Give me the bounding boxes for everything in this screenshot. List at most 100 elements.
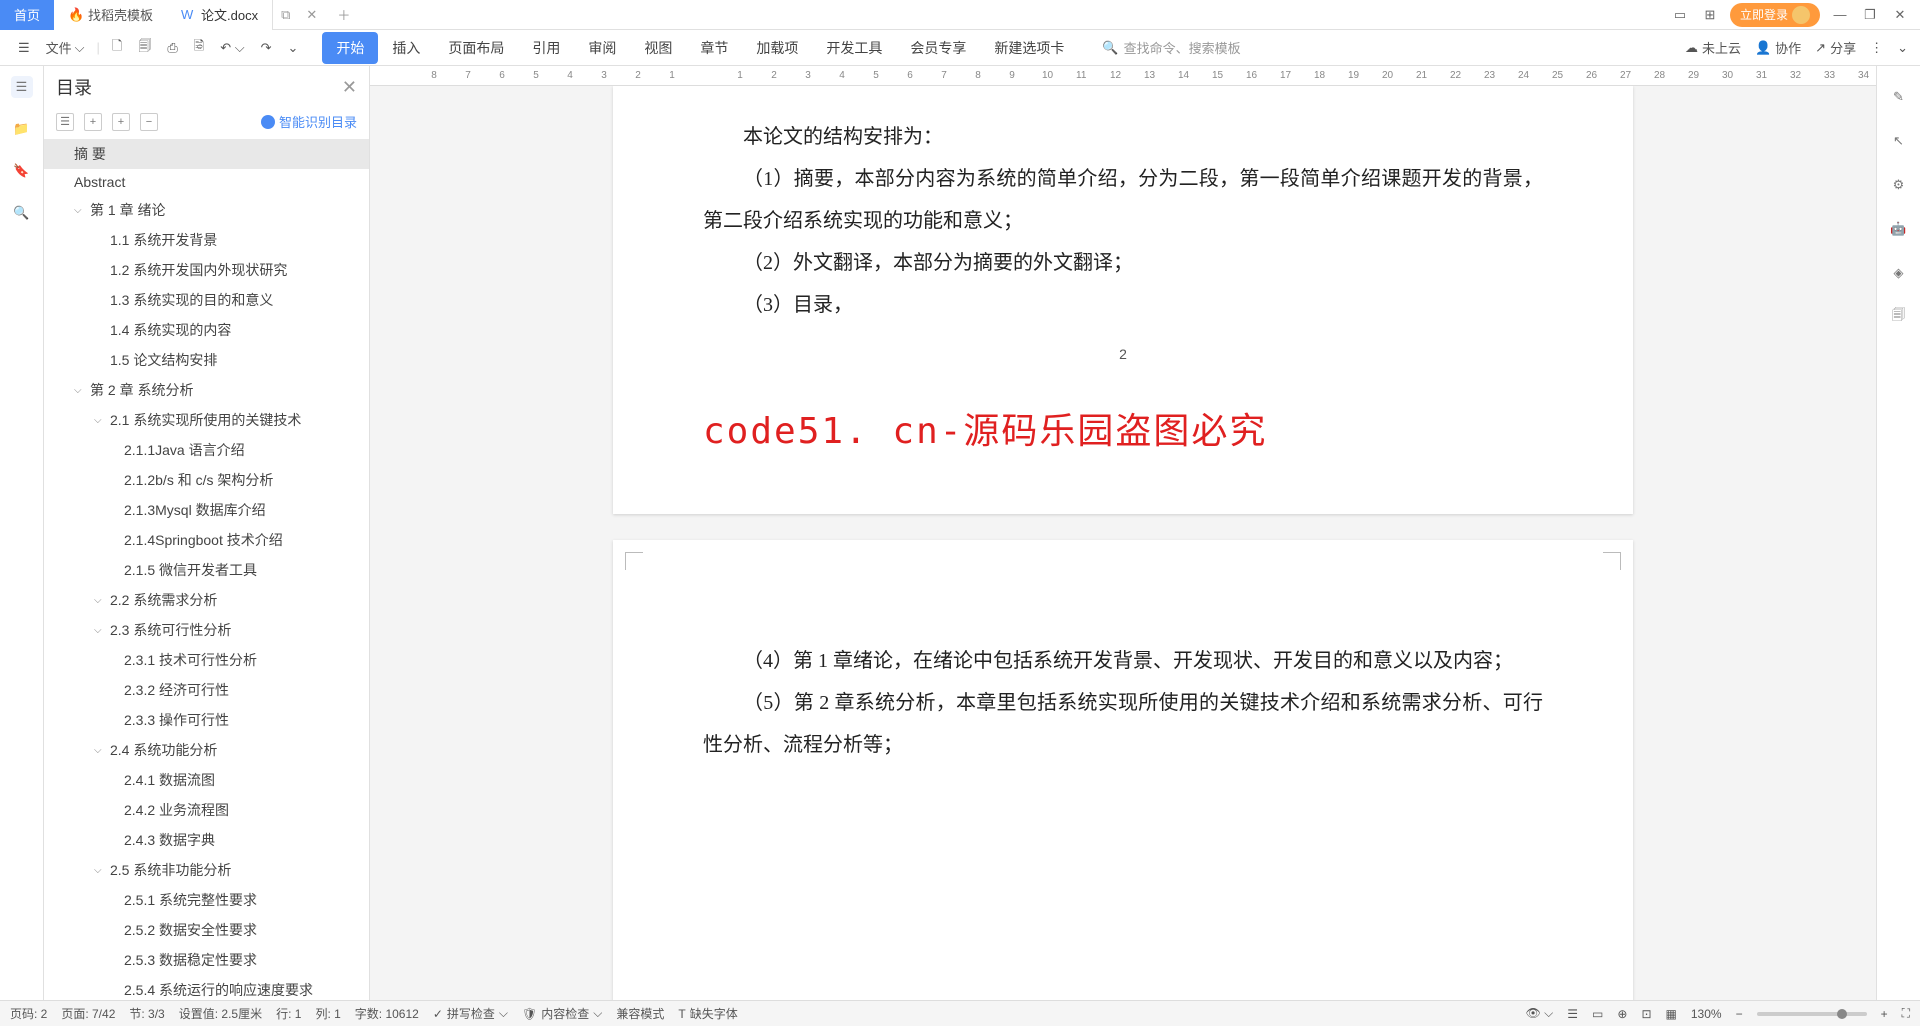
menu-insert[interactable]: 插入 bbox=[378, 32, 434, 64]
bookmark-rail-icon[interactable]: 🔖 bbox=[11, 160, 33, 182]
file-menu[interactable]: 文件 ⌵ bbox=[40, 34, 91, 61]
toolbar-dropdown-icon[interactable]: ⌄ bbox=[282, 36, 305, 60]
redo-icon[interactable]: ↷ bbox=[255, 36, 278, 60]
tab-home[interactable]: 首页 bbox=[0, 0, 54, 30]
status-pages[interactable]: 页面: 7/42 bbox=[61, 1005, 115, 1022]
status-compat[interactable]: 兼容模式 bbox=[616, 1005, 664, 1022]
status-content-check[interactable]: 🛡内容检查 ⌵ bbox=[522, 1005, 602, 1022]
outline-item[interactable]: 2.5.4 系统运行的响应速度要求 bbox=[44, 975, 369, 1000]
tab-new[interactable]: ＋ bbox=[325, 0, 362, 30]
command-search[interactable]: 🔍查找命令、搜索模板 bbox=[1102, 38, 1240, 57]
outline-item[interactable]: Abstract bbox=[44, 169, 369, 195]
status-section[interactable]: 节: 3/3 bbox=[129, 1005, 164, 1022]
view-mode-1-icon[interactable]: ☰ bbox=[1567, 1007, 1578, 1021]
preview-icon[interactable]: 🗟 bbox=[188, 33, 210, 63]
undo-icon[interactable]: ↶ ⌵ bbox=[214, 36, 250, 60]
menu-newtab[interactable]: 新建选项卡 bbox=[980, 32, 1078, 64]
tab-doke-templates[interactable]: 🔥找稻壳模板 bbox=[54, 0, 167, 30]
status-row[interactable]: 行: 1 bbox=[276, 1005, 301, 1022]
zoom-slider[interactable] bbox=[1757, 1012, 1867, 1016]
settings-rail-icon[interactable]: ⚙ bbox=[1888, 174, 1910, 196]
smart-outline-button[interactable]: 智能识别目录 bbox=[261, 112, 357, 131]
status-spellcheck[interactable]: ✓拼写检查 ⌵ bbox=[433, 1005, 508, 1022]
outline-item[interactable]: ⌵2.2 系统需求分析 bbox=[44, 585, 369, 615]
outline-item[interactable]: 2.1.2b/s 和 c/s 架构分析 bbox=[44, 465, 369, 495]
cloud-status[interactable]: ☁未上云 bbox=[1685, 38, 1741, 57]
menu-references[interactable]: 引用 bbox=[518, 32, 574, 64]
outline-item[interactable]: 1.4 系统实现的内容 bbox=[44, 315, 369, 345]
zoom-out-icon[interactable]: − bbox=[1736, 1007, 1743, 1021]
menu-member[interactable]: 会员专享 bbox=[896, 32, 980, 64]
cursor-rail-icon[interactable]: ↖ bbox=[1888, 130, 1910, 152]
outline-item[interactable]: 2.3.3 操作可行性 bbox=[44, 705, 369, 735]
outline-item[interactable]: ⌵2.3 系统可行性分析 bbox=[44, 615, 369, 645]
outline-item[interactable]: 2.1.3Mysql 数据库介绍 bbox=[44, 495, 369, 525]
menu-icon[interactable]: ☰ bbox=[12, 36, 36, 60]
grid-icon[interactable]: ⊞ bbox=[1700, 5, 1720, 25]
collapse-ribbon-icon[interactable]: ⌄ bbox=[1897, 40, 1908, 56]
status-words[interactable]: 字数: 10612 bbox=[355, 1005, 419, 1022]
page-rail-icon[interactable]: 🗐 bbox=[1888, 306, 1910, 328]
outline-item[interactable]: ⌵2.1 系统实现所使用的关键技术 bbox=[44, 405, 369, 435]
zoom-in-icon[interactable]: + bbox=[1881, 1007, 1888, 1021]
status-font-missing[interactable]: T缺失字体 bbox=[678, 1005, 737, 1022]
status-page-code[interactable]: 页码: 2 bbox=[10, 1005, 47, 1022]
maximize-icon[interactable]: ❐ bbox=[1860, 5, 1880, 25]
menu-start[interactable]: 开始 bbox=[322, 32, 378, 64]
minimize-icon[interactable]: — bbox=[1830, 5, 1850, 25]
menu-review[interactable]: 审阅 bbox=[574, 32, 630, 64]
outline-item[interactable]: 摘 要 bbox=[44, 139, 369, 169]
more-icon[interactable]: ⋮ bbox=[1870, 40, 1883, 56]
outline-item[interactable]: 2.1.4Springboot 技术介绍 bbox=[44, 525, 369, 555]
outline-item[interactable]: ⌵第 1 章 绪论 bbox=[44, 195, 369, 225]
layout-icon[interactable]: ▭ bbox=[1670, 5, 1690, 25]
outline-item[interactable]: 1.3 系统实现的目的和意义 bbox=[44, 285, 369, 315]
outline-item[interactable]: 2.5.2 数据安全性要求 bbox=[44, 915, 369, 945]
view-mode-2-icon[interactable]: ▭ bbox=[1592, 1007, 1603, 1021]
outline-item[interactable]: ⌵2.4 系统功能分析 bbox=[44, 735, 369, 765]
fullscreen-icon[interactable]: ⛶ bbox=[1902, 1006, 1910, 1021]
outline-item[interactable]: ⌵第 2 章 系统分析 bbox=[44, 375, 369, 405]
outline-item[interactable]: 2.1.5 微信开发者工具 bbox=[44, 555, 369, 585]
outline-item[interactable]: 1.5 论文结构安排 bbox=[44, 345, 369, 375]
eye-icon[interactable]: 👁 ⌵ bbox=[1526, 1006, 1554, 1021]
save-icon[interactable]: 🗋 bbox=[106, 33, 128, 63]
ruler[interactable]: 8765432112345678910111213141516171819202… bbox=[370, 66, 1876, 86]
outline-tool-add[interactable]: + bbox=[112, 113, 130, 131]
outline-item[interactable]: 2.4.2 业务流程图 bbox=[44, 795, 369, 825]
pen-rail-icon[interactable]: ✎ bbox=[1888, 86, 1910, 108]
outline-item[interactable]: ⌵2.5 系统非功能分析 bbox=[44, 855, 369, 885]
menu-devtools[interactable]: 开发工具 bbox=[812, 32, 896, 64]
pages-scroll[interactable]: 本论文的结构安排为： （1）摘要，本部分内容为系统的简单介绍，分为二段，第一段简… bbox=[370, 86, 1876, 1000]
close-window-icon[interactable]: ✕ bbox=[1890, 5, 1910, 25]
ai-rail-icon[interactable]: 🤖 bbox=[1888, 218, 1910, 240]
tab-close[interactable]: ✕ bbox=[298, 0, 325, 30]
search-rail-icon[interactable]: 🔍 bbox=[11, 202, 33, 224]
outline-item[interactable]: 2.4.3 数据字典 bbox=[44, 825, 369, 855]
print-icon[interactable]: ⎙ bbox=[161, 36, 183, 60]
outline-item[interactable]: 1.1 系统开发背景 bbox=[44, 225, 369, 255]
save-as-icon[interactable]: 🗐 bbox=[132, 33, 157, 63]
outline-tool-expand[interactable]: + bbox=[84, 113, 102, 131]
view-mode-5-icon[interactable]: ▦ bbox=[1666, 1007, 1677, 1021]
outline-tool-collapse[interactable]: − bbox=[140, 113, 158, 131]
zoom-value[interactable]: 130% bbox=[1691, 1007, 1722, 1021]
menu-layout[interactable]: 页面布局 bbox=[434, 32, 518, 64]
share-button[interactable]: ↗分享 bbox=[1815, 38, 1856, 57]
outline-item[interactable]: 2.3.2 经济可行性 bbox=[44, 675, 369, 705]
view-mode-4-icon[interactable]: ⊡ bbox=[1641, 1007, 1651, 1021]
status-setvalue[interactable]: 设置值: 2.5厘米 bbox=[179, 1005, 262, 1022]
collab-button[interactable]: 👤协作 bbox=[1755, 38, 1801, 57]
outline-item[interactable]: 2.3.1 技术可行性分析 bbox=[44, 645, 369, 675]
diamond-rail-icon[interactable]: ◈ bbox=[1888, 262, 1910, 284]
outline-rail-icon[interactable]: ☰ bbox=[11, 76, 33, 98]
outline-item[interactable]: 2.4.1 数据流图 bbox=[44, 765, 369, 795]
outline-item[interactable]: 2.1.1Java 语言介绍 bbox=[44, 435, 369, 465]
outline-item[interactable]: 1.2 系统开发国内外现状研究 bbox=[44, 255, 369, 285]
folder-rail-icon[interactable]: 📁 bbox=[11, 118, 33, 140]
outline-item[interactable]: 2.5.3 数据稳定性要求 bbox=[44, 945, 369, 975]
tab-external-icon[interactable]: ⧉ bbox=[273, 0, 298, 30]
tab-document[interactable]: W论文.docx bbox=[167, 0, 273, 30]
view-mode-3-icon[interactable]: ⊕ bbox=[1617, 1007, 1627, 1021]
outline-tool-1[interactable]: ☰ bbox=[56, 113, 74, 131]
